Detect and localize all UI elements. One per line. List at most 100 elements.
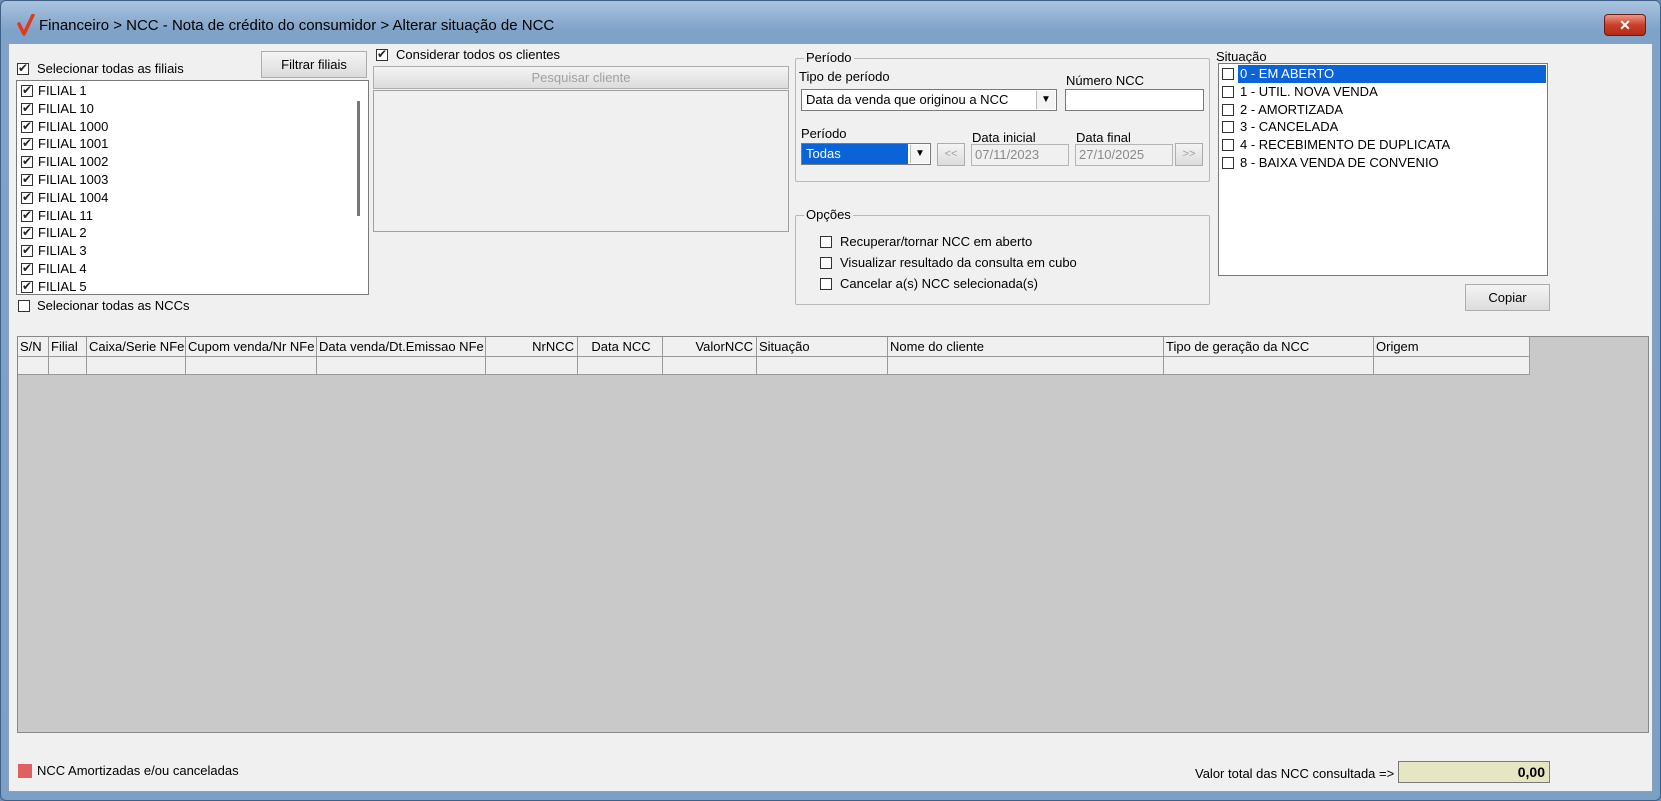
prev-period-button[interactable]: <<	[937, 143, 965, 166]
opcao-checkbox[interactable]	[820, 236, 832, 248]
filial-checkbox[interactable]	[21, 279, 33, 293]
filial-label: FILIAL 3	[38, 243, 87, 259]
list-item[interactable]: 3 - CANCELADA	[1220, 118, 1546, 136]
situacao-item-label: 0 - EM ABERTO	[1238, 65, 1546, 83]
filial-checkbox[interactable]	[21, 136, 33, 151]
situacao-item-label: 2 - AMORTIZADA	[1240, 101, 1344, 117]
column-header[interactable]: Tipo de geração da NCC	[1164, 337, 1374, 356]
column-header[interactable]: NrNCC	[486, 337, 578, 356]
list-item[interactable]: 1 - UTIL. NOVA VENDA	[1220, 83, 1546, 101]
numero-ncc-input[interactable]	[1065, 89, 1204, 111]
opcoes-group-title: Opções	[804, 207, 853, 222]
table-cell[interactable]	[186, 357, 317, 374]
opcao-checkbox[interactable]	[820, 278, 832, 290]
situacao-item-label: 4 - RECEBIMENTO DE DUPLICATA	[1240, 137, 1451, 153]
column-header[interactable]: Cupom venda/Nr NFe	[186, 337, 317, 356]
filial-label: FILIAL 10	[38, 100, 94, 116]
situacao-checkbox[interactable]	[1222, 68, 1234, 80]
filtrar-filiais-button[interactable]: Filtrar filiais	[261, 51, 367, 78]
copiar-button[interactable]: Copiar	[1465, 284, 1550, 311]
filiais-list[interactable]: FILIAL 1 FILIAL 10 FILIAL 1000 FILIAL 1001 F…	[16, 80, 369, 295]
table-cell[interactable]	[486, 357, 578, 374]
situacao-checkbox[interactable]	[1222, 103, 1234, 116]
tipo-periodo-select[interactable]: Data da venda que originou a NCC ▼	[801, 89, 1057, 111]
filial-checkbox[interactable]	[21, 208, 33, 222]
chevron-down-icon[interactable]: ▼	[1036, 91, 1055, 109]
periodo-group-title: Período	[804, 50, 854, 65]
table-cell[interactable]	[663, 357, 757, 374]
total-label: Valor total das NCC consultada =>	[1195, 766, 1395, 781]
column-header[interactable]: Nome do cliente	[888, 337, 1164, 356]
periodo-label: Período	[801, 126, 847, 141]
filiais-scrollbar-thumb[interactable]	[357, 101, 360, 216]
column-header[interactable]: Caixa/Serie NFe	[87, 337, 186, 356]
filial-label: FILIAL 1004	[38, 189, 109, 205]
filial-label: FILIAL 5	[38, 278, 87, 294]
column-header[interactable]: S/N	[18, 337, 49, 356]
filial-checkbox[interactable]	[21, 261, 33, 275]
periodo-value: Todas	[802, 144, 908, 164]
legend-label: NCC Amortizadas e/ou canceladas	[37, 763, 239, 778]
consider-all-clients-label: Considerar todos os clientes	[396, 47, 561, 62]
close-button[interactable]: ✕	[1604, 14, 1646, 36]
ncc-grid[interactable]: S/N Filial Caixa/Serie NFe Cupom venda/Nr N…	[17, 336, 1649, 733]
grid-header: S/N Filial Caixa/Serie NFe Cupom venda/Nr N…	[18, 337, 1530, 357]
situacao-checkbox[interactable]	[1222, 121, 1234, 134]
table-cell[interactable]	[87, 357, 186, 374]
filial-label: FILIAL 4	[38, 261, 87, 276]
column-header[interactable]: Origem	[1374, 337, 1530, 356]
data-inicial-input[interactable]: 07/11/2023	[971, 144, 1069, 166]
filial-checkbox[interactable]	[21, 119, 33, 133]
table-cell[interactable]	[317, 357, 486, 374]
title-bar[interactable]: Financeiro > NCC - Nota de crédito do co…	[1, 1, 1660, 47]
periodo-select[interactable]: Todas ▼	[801, 143, 931, 165]
list-item[interactable]: 2 - AMORTIZADA	[1220, 101, 1546, 119]
consider-all-clients-checkbox[interactable]	[376, 47, 388, 61]
table-cell[interactable]	[578, 357, 663, 374]
filial-checkbox[interactable]	[21, 190, 33, 204]
situacao-checkbox[interactable]	[1222, 139, 1234, 152]
table-cell[interactable]	[757, 357, 888, 374]
list-item[interactable]: 0 - EM ABERTO	[1220, 65, 1546, 83]
total-value-field: 0,00	[1398, 761, 1550, 783]
select-all-filiais-label: Selecionar todas as filiais	[37, 61, 184, 76]
column-header[interactable]: Data venda/Dt.Emissao NFe	[317, 337, 486, 356]
pesquisar-cliente-button[interactable]: Pesquisar cliente	[373, 66, 789, 89]
clients-list[interactable]	[373, 90, 789, 232]
table-cell[interactable]	[1164, 357, 1374, 374]
filial-checkbox[interactable]	[21, 225, 33, 240]
column-header[interactable]: Data NCC	[578, 337, 663, 356]
table-cell[interactable]	[888, 357, 1164, 374]
situacao-list[interactable]: 0 - EM ABERTO 1 - UTIL. NOVA VENDA 2 - AMO…	[1218, 63, 1548, 276]
select-all-nccs-checkbox[interactable]	[18, 300, 30, 312]
table-cell[interactable]	[18, 357, 49, 374]
table-cell[interactable]	[1374, 357, 1530, 374]
close-icon: ✕	[1619, 17, 1631, 33]
filial-checkbox[interactable]	[21, 243, 33, 258]
list-item[interactable]: 4 - RECEBIMENTO DE DUPLICATA	[1220, 136, 1546, 154]
filial-checkbox[interactable]	[21, 154, 33, 169]
column-header[interactable]: Situação	[757, 337, 888, 356]
column-header[interactable]: ValorNCC	[663, 337, 757, 356]
column-header[interactable]: Filial	[49, 337, 87, 356]
main-window: Financeiro > NCC - Nota de crédito do co…	[0, 0, 1661, 801]
filial-checkbox[interactable]	[21, 172, 33, 186]
data-final-input[interactable]: 27/10/2025	[1075, 144, 1173, 166]
table-cell[interactable]	[49, 357, 87, 374]
opcao-checkbox[interactable]	[820, 257, 832, 269]
opcao-label: Visualizar resultado da consulta em cubo	[840, 255, 1077, 270]
window-client-area: Selecionar todas as filiais Filtrar fili…	[8, 43, 1653, 792]
select-all-filiais-checkbox[interactable]	[17, 61, 29, 75]
list-item[interactable]: 8 - BAIXA VENDA DE CONVENIO	[1220, 154, 1546, 172]
chevron-down-icon[interactable]: ▼	[910, 145, 929, 163]
tipo-periodo-label: Tipo de período	[799, 69, 890, 84]
table-row[interactable]	[18, 357, 1530, 375]
filial-label: FILIAL 11	[38, 207, 93, 223]
filial-checkbox[interactable]	[21, 83, 33, 97]
next-period-button[interactable]: >>	[1175, 143, 1203, 166]
filial-checkbox[interactable]	[21, 101, 33, 115]
tipo-periodo-value: Data da venda que originou a NCC	[806, 92, 1009, 107]
select-all-nccs-label: Selecionar todas as NCCs	[37, 298, 190, 313]
situacao-checkbox[interactable]	[1222, 157, 1234, 169]
situacao-checkbox[interactable]	[1222, 85, 1234, 98]
